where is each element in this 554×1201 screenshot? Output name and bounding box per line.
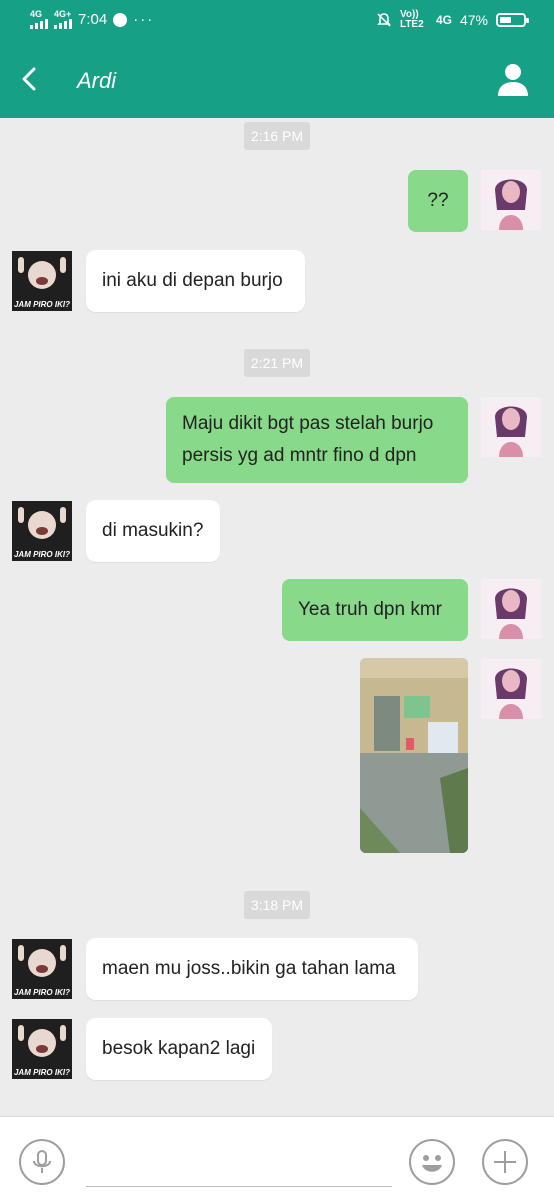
avatar-caption: JAM PIRO IKI? [13,988,70,997]
contact-avatar[interactable]: JAM PIRO IKI? [12,1019,72,1079]
clock: 7:04 [78,11,108,28]
emoji-button[interactable] [409,1139,455,1185]
voice-button[interactable] [19,1139,65,1185]
message-outgoing[interactable]: ?? [408,170,468,232]
back-arrow-icon[interactable] [18,64,42,94]
contact-avatar[interactable]: JAM PIRO IKI? [12,939,72,999]
contact-avatar[interactable]: JAM PIRO IKI? [12,501,72,561]
microphone-icon [33,1150,51,1173]
avatar-caption: JAM PIRO IKI? [13,550,70,559]
my-avatar[interactable] [481,170,541,230]
contact-avatar[interactable]: JAM PIRO IKI? [12,251,72,311]
message-text: di masukin? [102,520,204,541]
profile-icon[interactable] [496,62,530,98]
avatar-portrait [481,397,541,457]
signal-1: 4G [30,10,48,29]
chat-header: Ardi [0,42,554,118]
message-incoming[interactable]: ini aku di depan burjo [86,250,305,312]
message-text: besok kapan2 lagi [102,1038,256,1059]
avatar-caption: JAM PIRO IKI? [13,300,70,309]
messenger-icon [113,12,128,27]
smiley-icon [422,1155,442,1172]
status-bar: 4G 4G+ 7:04 ··· Vo)) LTE2 4G 47% [0,0,554,42]
message-input-bar [0,1116,554,1201]
message-text: ini aku di depan burjo [102,270,283,291]
message-text-input[interactable] [86,1186,392,1187]
avatar-portrait [481,579,541,639]
my-avatar[interactable] [481,397,541,457]
volte-label: Vo)) LTE2 [399,9,424,30]
timestamp: 3:18 PM [244,891,310,919]
avatar-caption: JAM PIRO IKI? [13,1068,70,1077]
signal-bars-icon [30,19,48,29]
my-avatar[interactable] [481,659,541,719]
message-incoming[interactable]: besok kapan2 lagi [86,1018,272,1080]
more-notifications: ··· [133,11,155,28]
add-attachment-button[interactable] [482,1139,528,1185]
house-photo [360,658,468,853]
message-outgoing[interactable]: Yea truh dpn kmr [282,579,468,641]
timestamp: 2:21 PM [244,349,310,377]
battery-percent: 47% [459,12,488,28]
battery-icon [496,13,529,27]
message-text: persis yg ad mntr fino d dpn [182,445,417,466]
contact-name: Ardi [77,68,117,93]
message-outgoing[interactable]: Maju dikit bgt pas stelah burjo persis y… [166,397,468,483]
avatar-portrait [481,170,541,230]
message-text: maen mu joss..bikin ga tahan lama [102,958,396,979]
my-avatar[interactable] [481,579,541,639]
bell-off-icon [377,13,391,27]
plus-icon [494,1151,516,1173]
message-incoming[interactable]: di masukin? [86,500,220,562]
message-photo[interactable] [360,658,468,853]
network-type: 4G [435,13,452,27]
message-text: Yea truh dpn kmr [298,599,442,620]
timestamp: 2:16 PM [244,122,310,150]
avatar-portrait [481,659,541,719]
signal-bars-icon [54,19,72,29]
signal-2: 4G+ [54,10,72,29]
message-text: ?? [427,190,449,211]
message-incoming[interactable]: maen mu joss..bikin ga tahan lama [86,938,418,1000]
message-text: Maju dikit bgt pas stelah burjo [182,413,434,434]
